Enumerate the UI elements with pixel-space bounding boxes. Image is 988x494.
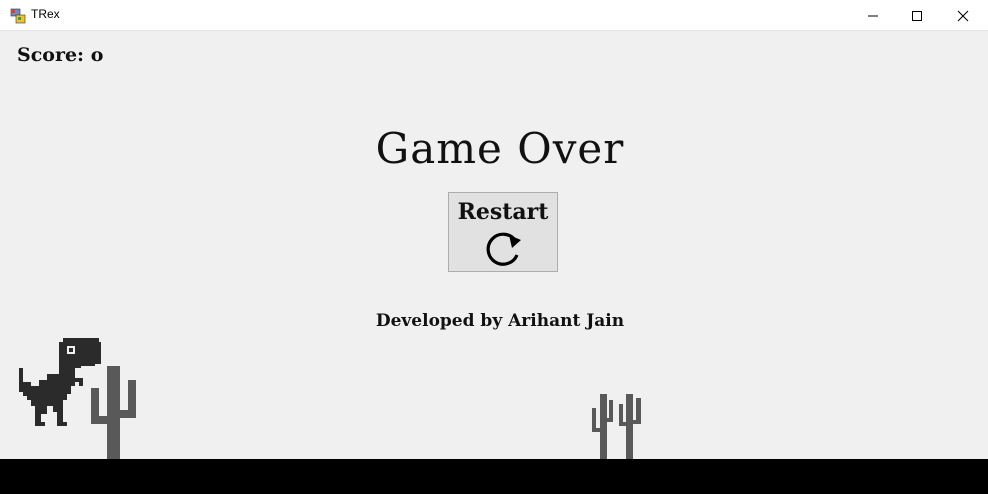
- close-icon: [957, 10, 969, 21]
- minimize-button[interactable]: [850, 0, 896, 31]
- cactus-sprite: [592, 394, 641, 460]
- developer-credit: Developed by Arihant Jain: [375, 311, 625, 331]
- close-button[interactable]: [940, 0, 986, 31]
- score-label: Score: o: [17, 44, 104, 66]
- ground: [0, 459, 988, 494]
- minimize-icon: [868, 15, 878, 16]
- app-icon: [10, 8, 26, 24]
- restart-button[interactable]: Restart: [448, 192, 558, 272]
- window-titlebar: TRex: [0, 0, 988, 31]
- dino-sprite: [19, 338, 101, 426]
- refresh-icon: [486, 232, 521, 266]
- cactus-sprite: [91, 366, 136, 460]
- maximize-icon: [912, 10, 922, 21]
- game-over-title: Game Over: [375, 124, 625, 173]
- maximize-button[interactable]: [894, 0, 940, 31]
- restart-label: Restart: [457, 199, 549, 225]
- window-title: TRex: [31, 7, 60, 21]
